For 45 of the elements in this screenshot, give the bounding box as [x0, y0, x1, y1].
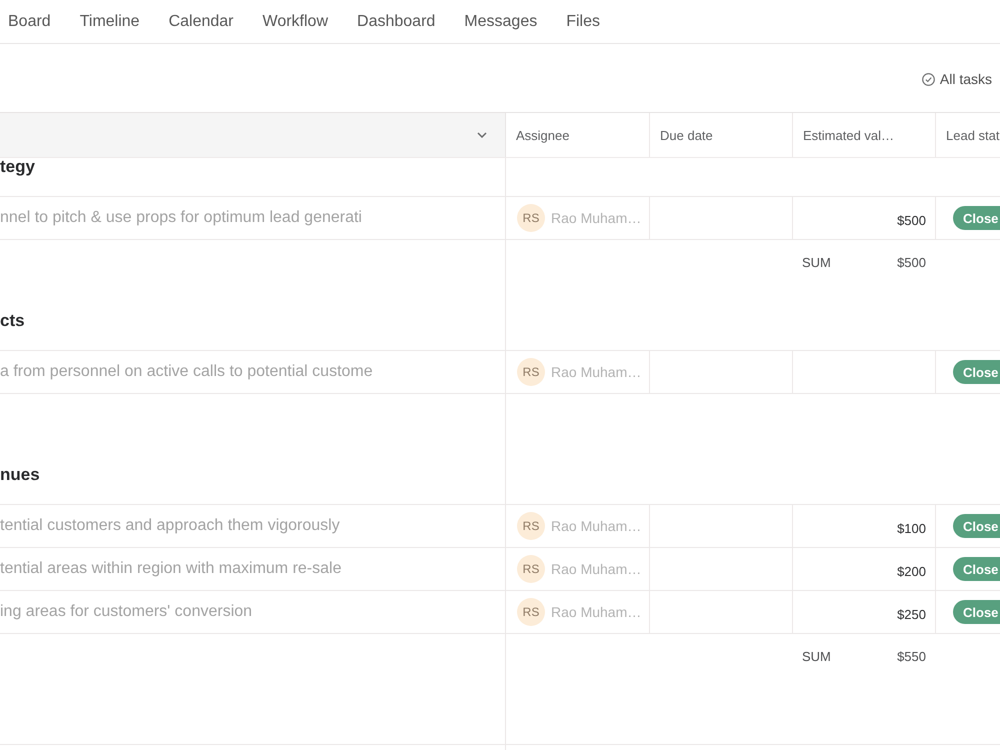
chevron-down-icon[interactable] — [477, 132, 487, 138]
view-tab[interactable]: Messages — [464, 8, 538, 38]
task-name[interactable]: a from personnel on active calls to potential custome — [0, 363, 373, 381]
section-title: cts — [0, 311, 25, 331]
lead-status-tag[interactable]: Close — [953, 557, 1000, 581]
view-tab[interactable]: Dashboard — [357, 8, 436, 38]
column-header[interactable]: Assignee — [506, 113, 649, 157]
view-tab[interactable]: Timeline — [80, 8, 140, 38]
assignee-avatar: RS — [517, 204, 545, 232]
sum-value: $500 — [897, 254, 926, 270]
task-name[interactable]: tential customers and approach them vigorously — [0, 517, 340, 535]
check-circle-icon — [922, 72, 935, 86]
assignee-name[interactable]: Rao Muham… — [551, 364, 642, 380]
lead-status-tag[interactable]: Close — [953, 514, 1000, 538]
estimated-value: $100 — [897, 520, 926, 536]
assignee-name[interactable]: Rao Muham… — [551, 561, 642, 577]
assignee-avatar: RS — [517, 598, 545, 626]
task-name[interactable]: tential areas within region with maximum re-sale — [0, 560, 342, 578]
section-title: tegy — [0, 157, 35, 177]
sum-label: SUM — [802, 254, 831, 270]
view-tab[interactable]: Calendar — [168, 8, 234, 38]
section-title: nues — [0, 465, 40, 485]
view-tab[interactable]: Board — [8, 8, 51, 38]
assignee-avatar: RS — [517, 555, 545, 583]
assignee-avatar: RS — [517, 358, 545, 386]
view-tab[interactable]: Workflow — [262, 8, 328, 38]
sum-value: $550 — [897, 648, 926, 664]
estimated-value: $500 — [897, 212, 926, 228]
assignee-avatar: RS — [517, 512, 545, 540]
lead-status-tag[interactable]: Close — [953, 206, 1000, 230]
task-name[interactable]: ing areas for customers' conversion — [0, 603, 252, 621]
task-name[interactable]: nnel to pitch & use props for optimum lead generati — [0, 209, 362, 227]
lead-status-tag[interactable]: Close — [953, 600, 1000, 624]
estimated-value: $250 — [897, 606, 926, 622]
assignee-name[interactable]: Rao Muham… — [551, 604, 642, 620]
all-tasks-button[interactable]: All tasks — [922, 69, 992, 89]
column-header[interactable]: Estimated val… — [792, 113, 935, 157]
column-header[interactable]: Due date — [649, 113, 792, 157]
view-tab[interactable]: Files — [566, 8, 600, 38]
sum-label: SUM — [802, 648, 831, 664]
assignee-name[interactable]: Rao Muham… — [551, 518, 642, 534]
estimated-value: $200 — [897, 564, 926, 578]
assignee-name[interactable]: Rao Muham… — [551, 210, 642, 226]
column-header[interactable]: Lead stat — [935, 113, 1000, 157]
lead-status-tag[interactable]: Close — [953, 360, 1000, 384]
